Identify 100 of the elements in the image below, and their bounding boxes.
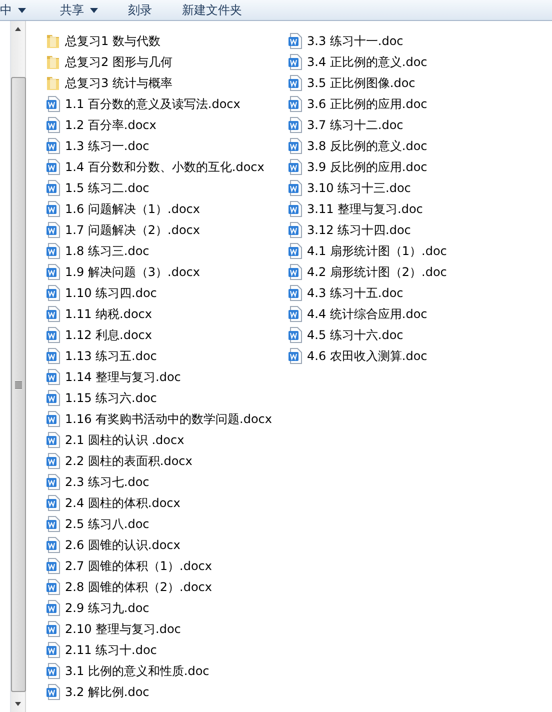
word-document-icon (46, 432, 60, 448)
word-document-icon (46, 620, 60, 636)
file-name[interactable]: 3.6 正比例的应用.doc (307, 96, 428, 112)
word-document-icon (46, 326, 60, 342)
caret-icon (90, 8, 98, 12)
word-document-icon (288, 200, 302, 216)
file-name[interactable]: 2.3 练习七.doc (65, 474, 150, 490)
word-document-icon (46, 662, 60, 678)
toolbar-button[interactable]: 中 (0, 0, 38, 20)
folder-icon (46, 54, 60, 70)
file-name[interactable]: 2.8 圆锥的体积（2）.docx (65, 578, 212, 594)
file-name[interactable]: 2.9 练习九.doc (65, 600, 150, 616)
caret-icon (18, 8, 26, 12)
file-name[interactable]: 4.5 练习十六.doc (307, 326, 404, 342)
grip-icon (14, 380, 22, 388)
file-name[interactable]: 4.6 农田收入测算.doc (307, 348, 428, 364)
word-document-icon (288, 74, 302, 90)
file-name[interactable]: 1.5 练习二.doc (65, 180, 150, 196)
word-document-icon (46, 684, 60, 700)
word-document-icon (46, 348, 60, 364)
word-document-icon (46, 264, 60, 280)
word-document-icon (288, 96, 302, 112)
file-name[interactable]: 1.4 百分数和分数、小数的互化.docx (65, 158, 264, 174)
word-document-icon (46, 200, 60, 216)
file-name[interactable]: 3.3 练习十一.doc (307, 32, 404, 48)
word-document-icon (46, 96, 60, 112)
word-document-icon (288, 138, 302, 154)
file-name[interactable]: 3.2 解比例.doc (65, 684, 150, 700)
word-document-icon (46, 368, 60, 384)
word-document-icon (288, 180, 302, 196)
file-name[interactable]: 2.10 整理与复习.doc (65, 620, 181, 636)
toolbar-button[interactable]: 新建文件夹 (182, 0, 254, 20)
word-document-icon (288, 32, 302, 48)
file-name[interactable]: 3.8 反比例的意义.doc (307, 138, 428, 154)
word-document-icon (46, 474, 60, 490)
file-name[interactable]: 1.8 练习三.doc (65, 242, 150, 258)
file-name[interactable]: 4.3 练习十五.doc (307, 284, 404, 300)
word-document-icon (288, 242, 302, 258)
file-name[interactable]: 3.1 比例的意义和性质.doc (65, 662, 210, 678)
file-name[interactable]: 1.3 练习一.doc (65, 138, 150, 154)
folder-name[interactable]: 总复习3 统计与概率 (65, 74, 172, 90)
file-name[interactable]: 1.15 练习六.doc (65, 390, 157, 406)
word-document-icon (46, 494, 60, 510)
file-name[interactable]: 2.2 圆柱的表面积.docx (65, 452, 192, 468)
word-document-icon (288, 54, 302, 70)
file-name[interactable]: 2.5 练习八.doc (65, 516, 150, 532)
file-name[interactable]: 1.12 利息.docx (65, 326, 152, 342)
file-name[interactable]: 4.4 统计综合应用.doc (307, 306, 428, 322)
file-name[interactable]: 1.6 问题解决（1）.docx (65, 200, 200, 216)
file-name[interactable]: 1.11 纳税.docx (65, 306, 152, 322)
word-document-icon (46, 516, 60, 532)
word-document-icon (288, 306, 302, 322)
file-name[interactable]: 3.5 正比例图像.doc (307, 74, 416, 90)
file-name[interactable]: 3.11 整理与复习.doc (307, 200, 423, 216)
word-document-icon (46, 600, 60, 616)
file-name[interactable]: 2.11 练习十.doc (65, 642, 157, 658)
file-name[interactable]: 2.6 圆锥的认识.docx (65, 536, 180, 552)
file-name[interactable]: 3.10 练习十三.doc (307, 180, 411, 196)
file-name[interactable]: 3.7 练习十二.doc (307, 116, 404, 132)
word-document-icon (46, 284, 60, 300)
folder-icon (46, 74, 60, 90)
word-document-icon (46, 158, 60, 174)
file-name[interactable]: 4.2 扇形统计图（2）.doc (307, 264, 447, 280)
toolbar-button[interactable]: 共享 (60, 0, 110, 20)
word-document-icon (46, 222, 60, 238)
word-document-icon (46, 138, 60, 154)
word-document-icon (46, 452, 60, 468)
scrollbar[interactable] (11, 21, 26, 712)
word-document-icon (46, 558, 60, 574)
word-document-icon (288, 326, 302, 342)
word-document-icon (46, 410, 60, 426)
file-name[interactable]: 1.2 百分率.docx (65, 116, 156, 132)
file-name[interactable]: 2.7 圆锥的体积（1）.docx (65, 558, 212, 574)
file-name[interactable]: 1.10 练习四.doc (65, 284, 157, 300)
word-document-icon (46, 578, 60, 594)
file-name[interactable]: 4.1 扇形统计图（1）.doc (307, 242, 447, 258)
file-name[interactable]: 2.4 圆柱的体积.docx (65, 494, 180, 510)
file-name[interactable]: 1.7 问题解决（2）.docx (65, 222, 200, 238)
file-name[interactable]: 1.14 整理与复习.doc (65, 368, 181, 384)
file-name[interactable]: 1.1 百分数的意义及读写法.docx (65, 96, 240, 112)
folder-name[interactable]: 总复习2 图形与几何 (65, 54, 172, 70)
toolbar-button[interactable]: 刻录 (128, 0, 164, 20)
file-name[interactable]: 2.1 圆柱的认识 .docx (65, 432, 184, 448)
word-document-icon (288, 264, 302, 280)
file-name[interactable]: 3.9 反比例的应用.doc (307, 158, 428, 174)
word-document-icon (46, 390, 60, 406)
folder-icon (46, 32, 60, 48)
word-document-icon (46, 242, 60, 258)
folder-name[interactable]: 总复习1 数与代数 (65, 32, 160, 48)
word-document-icon (288, 348, 302, 364)
file-name[interactable]: 1.13 练习五.doc (65, 348, 157, 364)
file-name[interactable]: 3.4 正比例的意义.doc (307, 54, 428, 70)
word-document-icon (288, 158, 302, 174)
scroll-thumb[interactable] (10, 77, 26, 692)
word-document-icon (288, 116, 302, 132)
file-name[interactable]: 1.9 解决问题（3）.docx (65, 264, 200, 280)
file-name[interactable]: 3.12 练习十四.doc (307, 222, 411, 238)
word-document-icon (288, 222, 302, 238)
word-document-icon (46, 180, 60, 196)
file-name[interactable]: 1.16 有奖购书活动中的数学问题.docx (65, 410, 272, 426)
